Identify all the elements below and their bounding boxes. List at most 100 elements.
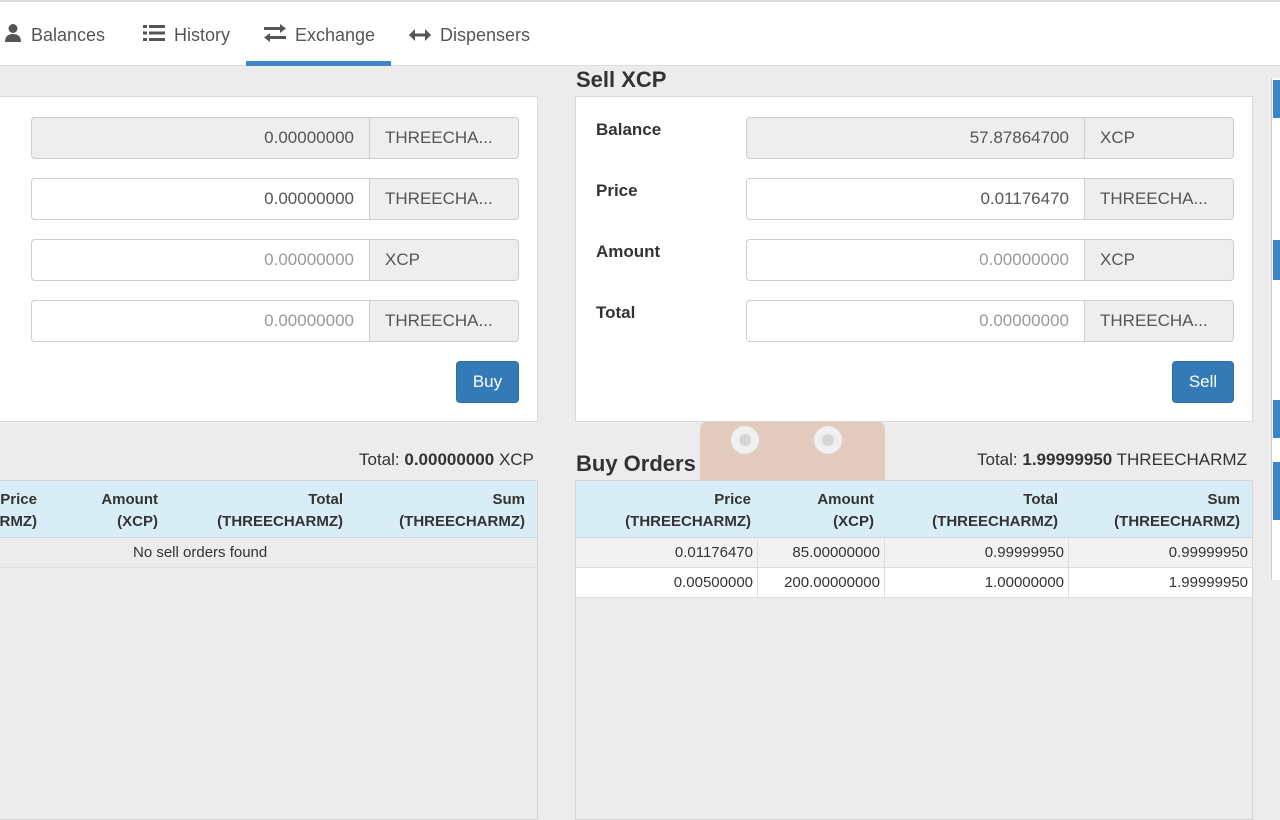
cell-price: 0.01176470 bbox=[576, 538, 758, 568]
col-header-amount[interactable]: Amount (XCP) bbox=[59, 489, 158, 533]
buy-balance-input: 0.00000000 bbox=[31, 117, 369, 159]
buy-orders-title: Buy Orders bbox=[576, 451, 696, 476]
sell-price-asset: THREECHA... bbox=[1084, 178, 1234, 220]
buy-amount-field: 0.00000000 XCP bbox=[31, 239, 519, 281]
buy-total-asset: THREECHA... bbox=[369, 300, 519, 342]
header-line: Sum bbox=[1207, 491, 1240, 508]
sell-button[interactable]: Sell bbox=[1172, 361, 1234, 403]
sell-price-field: 0.01176470 THREECHA... bbox=[746, 178, 1234, 220]
cell-sum: 0.99999950 bbox=[1168, 544, 1248, 561]
right-edge-accent bbox=[1273, 240, 1280, 280]
buy-price-asset: THREECHA... bbox=[369, 178, 519, 220]
table-row[interactable]: 0.00500000 200.00000000 1.00000000 1.999… bbox=[576, 568, 1252, 598]
col-header-price[interactable]: Price (THREECHARMZ) bbox=[596, 489, 751, 533]
right-edge-accent bbox=[1273, 462, 1280, 520]
cell-amount: 200.00000000 bbox=[762, 568, 885, 598]
total-unit: THREECHARMZ bbox=[1116, 450, 1247, 469]
col-header-total[interactable]: Total (THREECHARMZ) bbox=[179, 489, 343, 533]
cell-sum: 1.99999950 bbox=[1168, 574, 1248, 591]
table-header: Price RMZ) Amount (XCP) Total (THREECHAR… bbox=[0, 481, 537, 538]
header-line: Total bbox=[308, 491, 343, 508]
header-line: (THREECHARMZ) bbox=[217, 513, 343, 530]
header-line: (XCP) bbox=[117, 513, 158, 530]
tab-dispensers[interactable]: Dispensers bbox=[409, 4, 530, 66]
sell-total-field: 0.00000000 THREECHA... bbox=[746, 300, 1234, 342]
active-tab-indicator bbox=[246, 61, 391, 66]
header-line: Total bbox=[1023, 491, 1058, 508]
buy-form-panel: 0.00000000 THREECHA... 0.00000000 THREEC… bbox=[0, 96, 538, 422]
tab-exchange[interactable]: Exchange bbox=[264, 4, 375, 66]
sell-amount-input[interactable]: 0.00000000 bbox=[746, 239, 1084, 281]
table-header: Price (THREECHARMZ) Amount (XCP) Total (… bbox=[576, 481, 1252, 538]
sell-total-asset: THREECHA... bbox=[1084, 300, 1234, 342]
header-line: (THREECHARMZ) bbox=[625, 513, 751, 530]
buy-amount-asset: XCP bbox=[369, 239, 519, 281]
cell-total: 0.99999950 bbox=[885, 538, 1069, 568]
header-line: (THREECHARMZ) bbox=[932, 513, 1058, 530]
cell-total: 1.00000000 bbox=[885, 568, 1069, 598]
col-header-amount[interactable]: Amount (XCP) bbox=[776, 489, 874, 533]
total-value: 0.00000000 bbox=[404, 450, 495, 469]
sell-total-input[interactable]: 0.00000000 bbox=[746, 300, 1084, 342]
header-line: (THREECHARMZ) bbox=[1114, 513, 1240, 530]
sell-balance-field: 57.87864700 XCP bbox=[746, 117, 1234, 159]
buy-balance-asset: THREECHA... bbox=[369, 117, 519, 159]
buy-button[interactable]: Buy bbox=[456, 361, 519, 403]
buy-total-input[interactable]: 0.00000000 bbox=[31, 300, 369, 342]
tab-label: Dispensers bbox=[440, 24, 531, 45]
total-value: 1.99999950 bbox=[1022, 450, 1113, 469]
cell-price: 0.00500000 bbox=[576, 568, 758, 598]
list-icon bbox=[143, 24, 165, 47]
buy-total-field: 0.00000000 THREECHA... bbox=[31, 300, 519, 342]
buy-orders-table: Price (THREECHARMZ) Amount (XCP) Total (… bbox=[575, 480, 1253, 820]
sell-form-panel: Balance 57.87864700 XCP Price 0.01176470… bbox=[575, 96, 1253, 422]
sell-amount-field: 0.00000000 XCP bbox=[746, 239, 1234, 281]
user-icon bbox=[4, 23, 22, 48]
tab-label: Balances bbox=[31, 24, 106, 45]
col-header-total[interactable]: Total (THREECHARMZ) bbox=[896, 489, 1058, 533]
header-line: Sum bbox=[492, 491, 525, 508]
sell-balance-label: Balance bbox=[596, 120, 662, 139]
total-unit: XCP bbox=[498, 450, 534, 469]
header-line: (THREECHARMZ) bbox=[399, 513, 525, 530]
tab-label: History bbox=[174, 24, 231, 45]
left-right-arrow-icon bbox=[409, 25, 431, 46]
total-label: Total: bbox=[359, 450, 400, 469]
sell-balance-asset: XCP bbox=[1084, 117, 1234, 159]
header-line: Amount bbox=[817, 491, 874, 508]
right-edge-accent bbox=[1273, 400, 1280, 438]
table-row: No sell orders found bbox=[0, 538, 537, 568]
buy-orders-total: Total: 1.99999950 THREECHARMZ bbox=[977, 450, 1247, 470]
sell-balance-input: 57.87864700 bbox=[746, 117, 1084, 159]
empty-message: No sell orders found bbox=[133, 544, 268, 561]
sell-orders-total: Total: 0.00000000 XCP bbox=[359, 450, 534, 470]
sell-price-input[interactable]: 0.01176470 bbox=[746, 178, 1084, 220]
sell-total-label: Total bbox=[596, 303, 636, 322]
header-line: Price bbox=[0, 491, 37, 508]
tab-history[interactable]: History bbox=[143, 4, 230, 66]
table-row[interactable]: 0.01176470 85.00000000 0.99999950 0.9999… bbox=[576, 538, 1252, 568]
top-nav: Balances History Exchange Dispensers bbox=[0, 0, 1280, 66]
sell-amount-asset: XCP bbox=[1084, 239, 1234, 281]
col-header-sum[interactable]: Sum (THREECHARMZ) bbox=[1076, 489, 1240, 533]
buy-amount-input[interactable]: 0.00000000 bbox=[31, 239, 369, 281]
right-edge-accent bbox=[1273, 80, 1280, 118]
buy-balance-field: 0.00000000 THREECHA... bbox=[31, 117, 519, 159]
sell-orders-table: Price RMZ) Amount (XCP) Total (THREECHAR… bbox=[0, 480, 538, 820]
tab-label: Exchange bbox=[295, 24, 376, 45]
sell-form-title: Sell XCP bbox=[576, 67, 667, 92]
tab-balances[interactable]: Balances bbox=[4, 4, 105, 66]
exchange-icon bbox=[264, 23, 286, 47]
header-line: (XCP) bbox=[833, 513, 874, 530]
header-line: Price bbox=[714, 491, 751, 508]
buy-price-input[interactable]: 0.00000000 bbox=[31, 178, 369, 220]
buy-price-field: 0.00000000 THREECHA... bbox=[31, 178, 519, 220]
header-line: RMZ) bbox=[0, 513, 37, 530]
sell-amount-label: Amount bbox=[596, 242, 661, 261]
cell-amount: 85.00000000 bbox=[762, 538, 885, 568]
sell-price-label: Price bbox=[596, 181, 638, 200]
col-header-sum[interactable]: Sum (THREECHARMZ) bbox=[359, 489, 525, 533]
total-label: Total: bbox=[977, 450, 1018, 469]
header-line: Amount bbox=[101, 491, 158, 508]
col-header-price[interactable]: Price RMZ) bbox=[0, 489, 37, 533]
